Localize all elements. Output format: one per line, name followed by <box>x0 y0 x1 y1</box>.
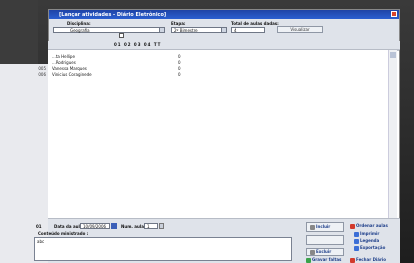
content-value: abc <box>37 239 45 244</box>
check-icon <box>306 257 311 263</box>
chevron-down-icon[interactable] <box>159 28 164 32</box>
total-value: 4 <box>234 28 237 33</box>
chevron-down-icon[interactable] <box>221 28 226 32</box>
sort-icon <box>350 223 355 229</box>
stepper-icon[interactable] <box>159 223 164 229</box>
incluir-text: Incluir <box>316 224 331 229</box>
table-row[interactable]: 006 Vinicius Coraginede 0 <box>38 72 198 78</box>
close-icon[interactable] <box>391 11 397 17</box>
exportacao-button[interactable]: Exportação <box>354 245 385 251</box>
students-grid: ...ta Hellipe 0 ...Rodrigues 0 005 Vanes… <box>38 50 388 218</box>
document-icon <box>310 249 315 255</box>
document-icon <box>310 224 315 230</box>
excluir-label: Excluir <box>310 249 331 255</box>
disciplina-label: Disciplina: <box>67 21 91 26</box>
lesson-panel: 01 Data da aula: 10/09/2006 Num. aula : … <box>34 218 400 263</box>
gravar-button[interactable]: Gravar faltas <box>306 257 341 263</box>
printer-icon <box>354 231 359 237</box>
incluir-label: Incluir <box>310 224 330 230</box>
legend-icon <box>354 238 359 244</box>
date-value: 10/09/2006 <box>83 224 107 229</box>
total-field[interactable]: 4 <box>231 27 265 33</box>
content-label: Conteúdo ministrado : <box>38 231 89 236</box>
etapa-value: 2º Bimestre <box>174 28 198 33</box>
excluir-text: Excluir <box>316 249 332 254</box>
ordenar-button[interactable]: Ordenar aulas <box>350 223 388 229</box>
disciplina-value: Geografia <box>70 28 90 33</box>
export-icon <box>354 245 359 251</box>
content-textarea[interactable]: abc <box>34 237 292 261</box>
student-name: Vinicius Coraginede <box>52 72 92 77</box>
calendar-icon[interactable] <box>111 223 117 229</box>
gravar-text: Gravar faltas <box>312 257 342 262</box>
show-all-checkbox[interactable] <box>119 33 124 38</box>
grid-header: 01 02 03 04 TT <box>48 41 400 50</box>
fechar-button[interactable]: Fechar Diário <box>350 257 386 263</box>
lesson-number: 01 <box>36 224 42 229</box>
num-field[interactable]: 1 <box>144 223 158 229</box>
date-field[interactable]: 10/09/2006 <box>80 223 110 229</box>
exportacao-text: Exportação <box>360 245 386 250</box>
window-title: [Lançar atividades - Diário Eletrônico] <box>59 12 167 18</box>
row-number: 006 <box>38 72 46 77</box>
vertical-scrollbar[interactable] <box>388 50 397 218</box>
close-icon <box>350 257 355 263</box>
legenda-button[interactable]: Legenda <box>354 238 379 244</box>
scrollbar-thumb[interactable] <box>390 52 396 58</box>
disciplina-select[interactable]: Geografia <box>53 27 165 33</box>
title-bar: [Lançar atividades - Diário Eletrônico] <box>49 10 399 19</box>
num-value: 1 <box>147 224 150 229</box>
imprimir-button[interactable]: Imprimir <box>354 231 379 237</box>
imprimir-text: Imprimir <box>360 231 380 236</box>
legenda-text: Legenda <box>360 238 380 243</box>
total-label: Total de aulas dadas: <box>231 21 279 26</box>
etapa-label: Etapa: <box>171 21 186 26</box>
visualizar-button[interactable]: Visualizar <box>277 26 323 33</box>
fechar-text: Fechar Diário <box>356 257 387 262</box>
blank-input-box[interactable] <box>306 235 344 245</box>
row-value: 0 <box>178 72 181 77</box>
etapa-select[interactable]: 2º Bimestre <box>171 27 227 33</box>
grid-columns: 01 02 03 04 TT <box>114 42 162 47</box>
num-label: Num. aula : <box>121 224 147 229</box>
ordenar-text: Ordenar aulas <box>356 223 388 228</box>
